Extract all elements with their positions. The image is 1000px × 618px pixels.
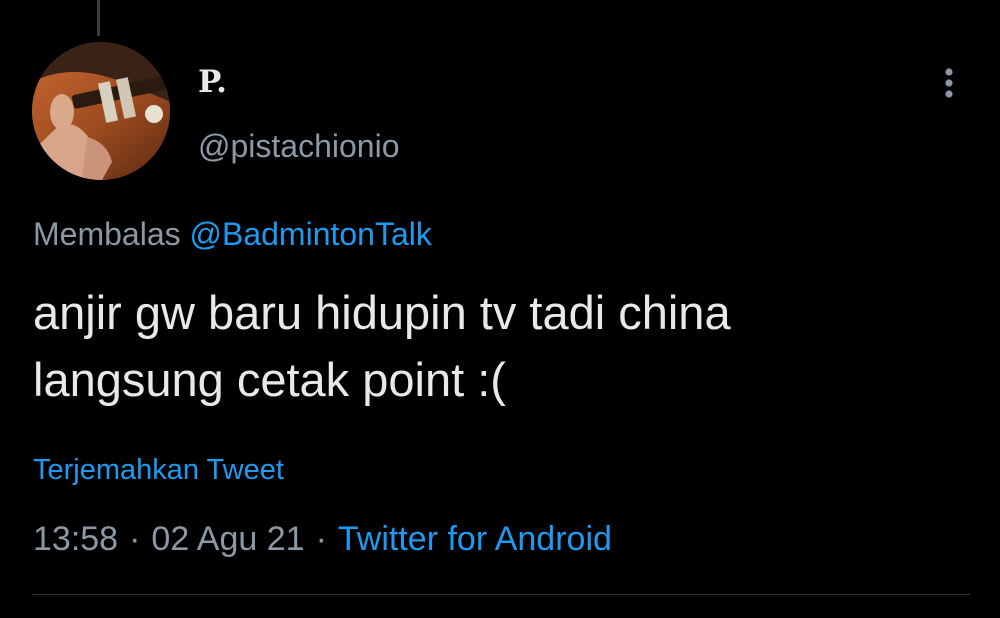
divider [32, 594, 970, 595]
tweet-text-line: anjir gw baru hidupin tv tadi china [33, 286, 731, 339]
reply-context: Membalas @BadmintonTalk [33, 214, 432, 254]
user-handle[interactable]: @pistachionio [198, 127, 399, 165]
avatar[interactable] [32, 42, 170, 180]
display-name[interactable]: P. [198, 64, 227, 100]
avatar-image [32, 42, 170, 180]
reply-prefix: Membalas [33, 216, 190, 252]
separator-dot: · [315, 520, 327, 558]
tweet-time[interactable]: 13:58 [33, 520, 118, 558]
reply-mention-link[interactable]: @BadmintonTalk [190, 216, 432, 252]
tweet-metadata: 13:58 · 02 Agu 21 · Twitter for Android [33, 518, 612, 560]
thread-connector-line [97, 0, 100, 36]
separator-dot: · [129, 520, 141, 558]
tweet-text: anjir gw baru hidupin tv tadi china lang… [33, 279, 933, 413]
translate-tweet-link[interactable]: Terjemahkan Tweet [33, 452, 284, 488]
more-options-button[interactable] [932, 64, 966, 102]
tweet-text-line: langsung cetak point :( [33, 353, 506, 406]
tweet-date[interactable]: 02 Agu 21 [151, 520, 304, 558]
more-vertical-icon [945, 68, 953, 98]
tweet-source-link[interactable]: Twitter for Android [338, 520, 612, 558]
